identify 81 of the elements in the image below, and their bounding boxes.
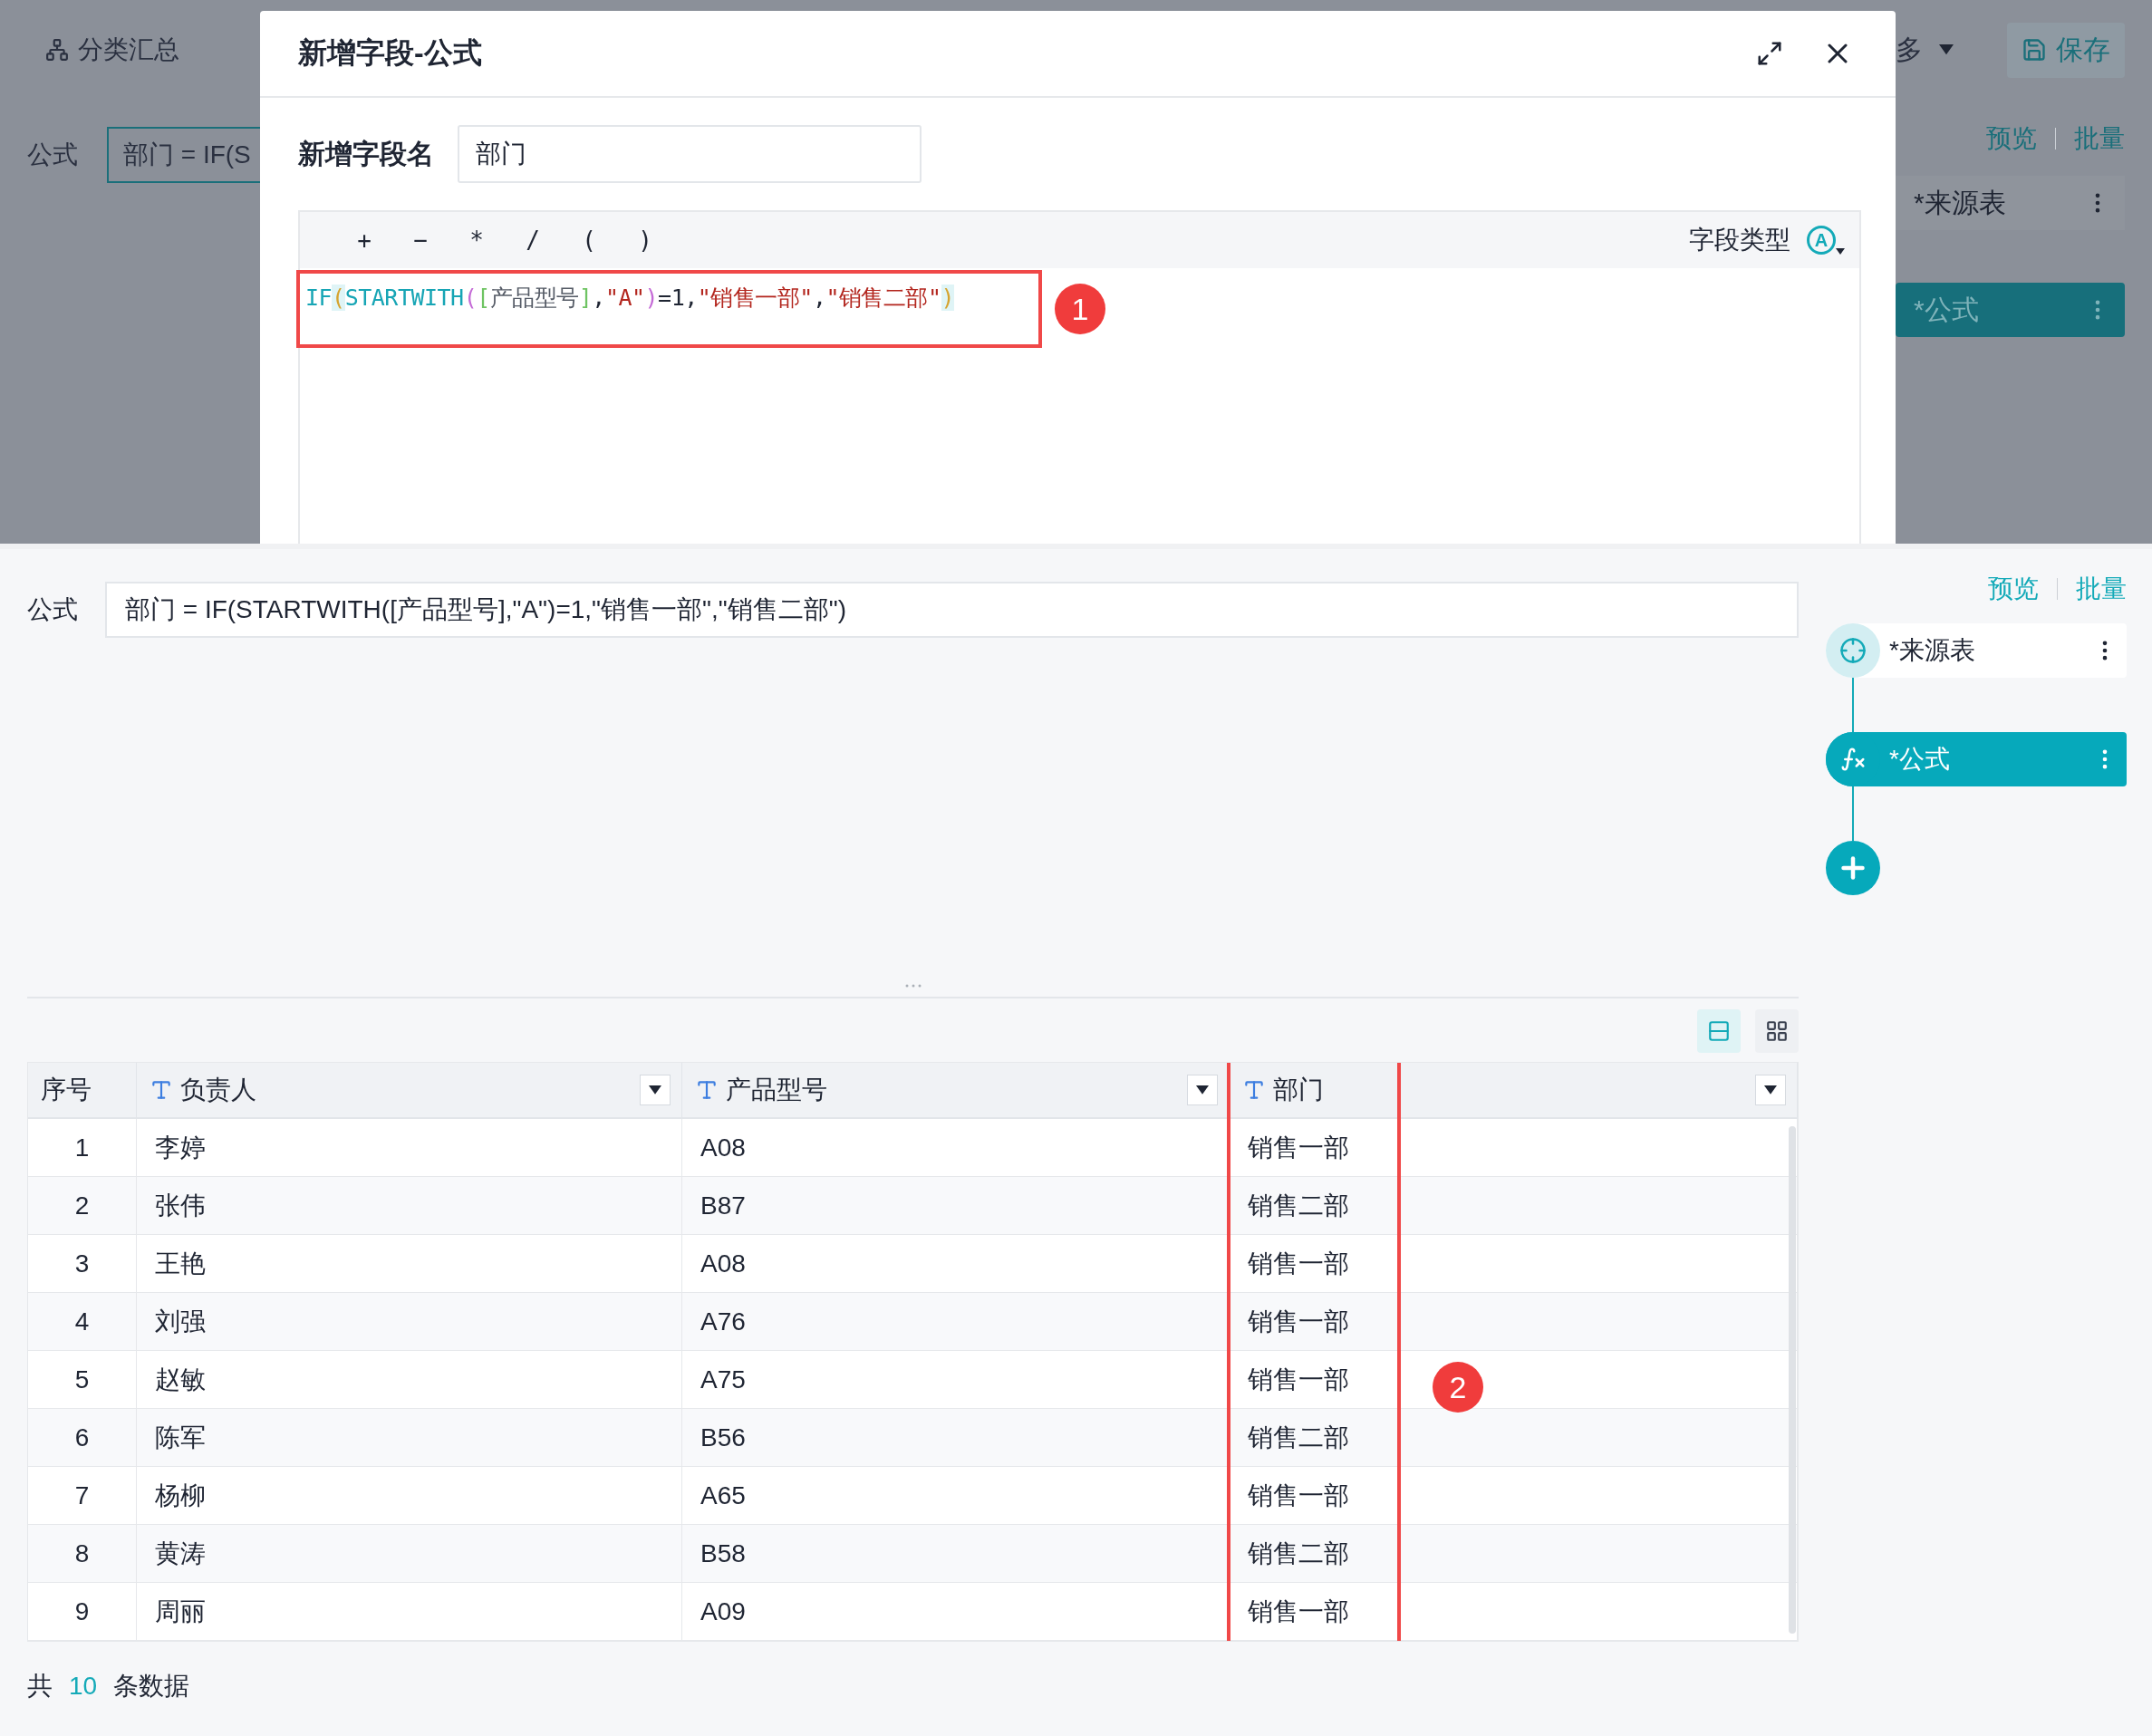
column-header: 负责人 <box>137 1063 682 1119</box>
grid-icon <box>1765 1019 1789 1043</box>
footer-suffix: 条数据 <box>113 1671 190 1702</box>
caret-icon <box>1196 1085 1209 1095</box>
more-menu[interactable]: 多 <box>1896 31 1954 69</box>
caret-icon <box>1764 1085 1777 1095</box>
column-menu-button[interactable] <box>1187 1075 1218 1105</box>
table-cell: 1 <box>28 1119 137 1177</box>
text-type-icon <box>695 1078 719 1102</box>
column-menu-button[interactable] <box>1755 1075 1786 1105</box>
formula-label: 公式 <box>27 140 78 170</box>
column-menu-button[interactable] <box>640 1075 671 1105</box>
table-cell: B87 <box>682 1177 1230 1235</box>
flow-node[interactable]: *来源表 <box>1826 623 2127 678</box>
table-cell: 7 <box>28 1467 137 1525</box>
table-cell: A76 <box>682 1293 1230 1351</box>
flow-node[interactable]: *来源表 <box>1896 176 2125 230</box>
field-type-label: 字段类型 <box>1689 225 1790 256</box>
resize-handle-icon[interactable] <box>904 984 922 988</box>
column-header: 部门 <box>1230 1063 1798 1119</box>
hierarchy-icon <box>45 38 69 62</box>
caret-icon <box>649 1085 661 1095</box>
operator-button[interactable]: ( <box>561 227 617 254</box>
dialog-title: 新增字段-公式 <box>298 35 483 71</box>
table-cell: 销售二部 <box>1230 1525 1798 1583</box>
flow-node[interactable]: *公式 <box>1896 283 2125 337</box>
table-cell: 销售一部 <box>1230 1235 1798 1293</box>
preview-link[interactable]: 预览 <box>1988 572 2039 606</box>
flow-node[interactable]: *公式 <box>1826 732 2127 786</box>
formula-editor[interactable]: + − * / ( ) 字段类型 A IF(STARTWITH([产品型号],"A")=1,"销售一部","销售二部") 1 <box>298 210 1861 544</box>
scrollbar[interactable] <box>1789 1126 1796 1634</box>
text-type-icon <box>150 1078 173 1102</box>
formula-label: 公式 <box>27 594 78 625</box>
formula-code: IF(STARTWITH([产品型号],"A")=1,"销售一部","销售二部") <box>305 284 955 313</box>
table-cell: 5 <box>28 1351 137 1409</box>
table-cell: 销售一部 <box>1230 1119 1798 1177</box>
table-cell: 周丽 <box>137 1583 682 1641</box>
table-cell: B56 <box>682 1409 1230 1467</box>
table-cell: 2 <box>28 1177 137 1235</box>
field-name-label: 新增字段名 <box>298 137 434 170</box>
caret-icon <box>1836 248 1845 255</box>
caret-icon <box>1939 44 1954 55</box>
table-cell: 赵敏 <box>137 1351 682 1409</box>
row-count: 10 <box>69 1672 98 1701</box>
table-cell: 张伟 <box>137 1177 682 1235</box>
table-cell: 刘强 <box>137 1293 682 1351</box>
add-node-button[interactable] <box>1826 841 1880 895</box>
table-cell: 9 <box>28 1583 137 1641</box>
table-cell: 4 <box>28 1293 137 1351</box>
operator-button[interactable]: ) <box>617 227 673 254</box>
table-cell: 6 <box>28 1409 137 1467</box>
formula-field[interactable]: 部门 = IF(STARTWITH([产品型号],"A")=1,"销售一部","销售二部") <box>105 582 1799 638</box>
column-header: 产品型号 <box>682 1063 1230 1119</box>
operator-button[interactable]: + <box>336 227 392 254</box>
table-cell: 销售一部 <box>1230 1293 1798 1351</box>
maximize-icon <box>1756 40 1783 67</box>
operator-button[interactable]: − <box>392 227 449 254</box>
table-cell: B58 <box>682 1525 1230 1583</box>
table-cell: 销售二部 <box>1230 1409 1798 1467</box>
table-cell: 杨柳 <box>137 1467 682 1525</box>
operator-button[interactable]: / <box>505 227 561 254</box>
table-cell: 黄涛 <box>137 1525 682 1583</box>
table-cell: 销售一部 <box>1230 1583 1798 1641</box>
field-name-input[interactable]: 部门 <box>458 125 922 183</box>
text-type-icon <box>1242 1078 1266 1102</box>
table-cell: 销售二部 <box>1230 1177 1798 1235</box>
operator-button[interactable]: * <box>449 227 505 254</box>
table-cell: 销售一部 <box>1230 1467 1798 1525</box>
table-cell: 王艳 <box>137 1235 682 1293</box>
toolbar-item[interactable]: 分类汇总 <box>78 33 179 67</box>
table-cell: 8 <box>28 1525 137 1583</box>
table-cell: 李婷 <box>137 1119 682 1177</box>
table-cell: 陈军 <box>137 1409 682 1467</box>
grid-view-button[interactable] <box>1755 1009 1799 1053</box>
batch-link[interactable]: 批量 <box>2076 572 2127 606</box>
save-icon <box>2022 37 2047 63</box>
table-cell: 3 <box>28 1235 137 1293</box>
column-header: 序号 <box>28 1063 137 1119</box>
footer-prefix: 共 <box>27 1671 53 1702</box>
step-badge: 1 <box>1055 284 1105 334</box>
rows-icon <box>1707 1019 1731 1043</box>
